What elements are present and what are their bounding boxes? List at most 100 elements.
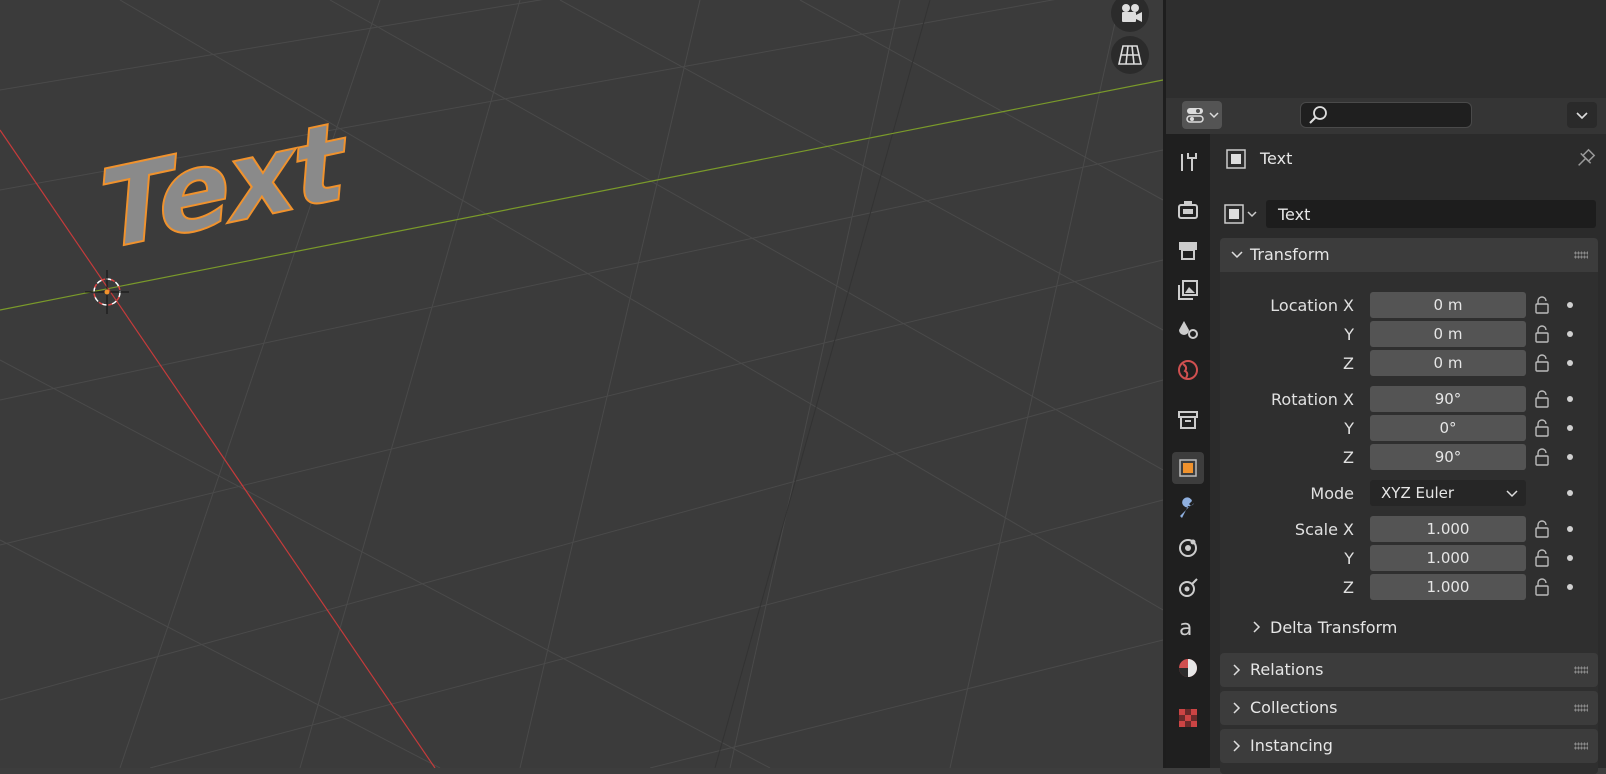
scene-icon — [1179, 321, 1198, 339]
delta-transform-subpanel[interactable]: Delta Transform — [1240, 612, 1580, 642]
keyframe-dot[interactable] — [1567, 584, 1573, 590]
3d-cursor-icon — [85, 270, 129, 314]
location-x-label: Location X — [1270, 296, 1354, 315]
instancing-panel[interactable]: Instancing — [1220, 729, 1598, 763]
relations-panel[interactable]: Relations — [1220, 653, 1598, 687]
printer-icon — [1179, 242, 1197, 260]
rotation-x-label: Rotation X — [1271, 390, 1354, 409]
tab-data[interactable]: a — [1172, 612, 1204, 644]
material-sphere-icon — [1179, 659, 1197, 677]
viewport-grid — [0, 0, 1163, 768]
lock-icon[interactable] — [1532, 418, 1552, 438]
lock-icon[interactable] — [1532, 353, 1552, 373]
lock-icon[interactable] — [1532, 389, 1552, 409]
properties-header — [1166, 98, 1606, 135]
options-dropdown-button[interactable] — [1567, 102, 1597, 128]
tab-tool[interactable] — [1172, 146, 1204, 178]
tab-render[interactable] — [1172, 194, 1204, 226]
lock-icon[interactable] — [1532, 295, 1552, 315]
chevron-right-icon — [1233, 664, 1241, 676]
object-browse-button[interactable] — [1220, 200, 1262, 230]
object-name-field[interactable]: Text — [1266, 200, 1596, 228]
chevron-down-icon — [1576, 112, 1588, 120]
mode-label: Mode — [1310, 484, 1354, 503]
3d-viewport[interactable]: Text — [0, 0, 1163, 768]
lock-icon[interactable] — [1532, 548, 1552, 568]
editor-type-button[interactable] — [1182, 101, 1222, 129]
rotation-z-label: Z — [1343, 448, 1354, 467]
drag-grip-icon[interactable] — [1574, 704, 1588, 712]
rotation-mode-dropdown[interactable]: XYZ Euler — [1370, 480, 1526, 506]
properties-panel: Text Text Transform Location X 0 m Y 0 m… — [1210, 134, 1606, 774]
location-y-field[interactable]: 0 m — [1370, 321, 1526, 347]
scale-x-field[interactable]: 1.000 — [1370, 516, 1526, 542]
constraint-icon — [1179, 578, 1198, 597]
rotation-y-field[interactable]: 0° — [1370, 415, 1526, 441]
keyframe-dot[interactable] — [1567, 526, 1573, 532]
rotation-mode-value: XYZ Euler — [1381, 484, 1455, 502]
location-z-field[interactable]: 0 m — [1370, 350, 1526, 376]
svg-text:a: a — [1179, 616, 1192, 640]
tab-texture[interactable] — [1172, 702, 1204, 734]
tab-scene[interactable] — [1172, 314, 1204, 346]
keyframe-dot[interactable] — [1567, 425, 1573, 431]
keyframe-dot[interactable] — [1567, 302, 1573, 308]
keyframe-dot[interactable] — [1567, 396, 1573, 402]
tab-view-layer[interactable] — [1172, 274, 1204, 306]
perspective-toggle-button[interactable] — [1111, 36, 1149, 74]
search-input[interactable] — [1300, 102, 1472, 128]
scale-z-field[interactable]: 1.000 — [1370, 574, 1526, 600]
drag-grip-icon[interactable] — [1574, 251, 1588, 259]
tab-material[interactable] — [1172, 652, 1204, 684]
orbit-icon — [1179, 539, 1197, 557]
tab-constraints[interactable] — [1172, 572, 1204, 604]
tab-world[interactable] — [1172, 354, 1204, 386]
keyframe-dot[interactable] — [1567, 331, 1573, 337]
delta-transform-title: Delta Transform — [1270, 618, 1398, 637]
scale-x-label: Scale X — [1294, 520, 1354, 539]
tab-object[interactable] — [1172, 452, 1204, 484]
drag-grip-icon[interactable] — [1574, 742, 1588, 750]
keyframe-dot[interactable] — [1567, 360, 1573, 366]
location-x-field[interactable]: 0 m — [1370, 292, 1526, 318]
chevron-right-icon — [1253, 621, 1261, 633]
tab-physics[interactable] — [1172, 532, 1204, 564]
pin-icon[interactable] — [1574, 148, 1596, 170]
wrench-icon — [1180, 497, 1194, 518]
object-browse-icon — [1224, 204, 1257, 224]
chevron-down-icon — [1506, 490, 1518, 498]
scale-y-label: Y — [1344, 549, 1354, 568]
instancing-title: Instancing — [1250, 736, 1333, 755]
chevron-down-icon — [1231, 251, 1243, 259]
lock-icon[interactable] — [1532, 519, 1552, 539]
transform-title: Transform — [1250, 245, 1330, 264]
context-title: Text — [1260, 149, 1293, 168]
box-icon — [1178, 411, 1198, 429]
tab-collection[interactable] — [1172, 404, 1204, 436]
image-stack-icon — [1178, 280, 1198, 300]
font-a-icon: a — [1179, 616, 1192, 640]
lock-icon[interactable] — [1532, 447, 1552, 467]
camera-back-icon — [1178, 201, 1198, 219]
rotation-z-field[interactable]: 90° — [1370, 444, 1526, 470]
tab-modifiers[interactable] — [1172, 492, 1204, 524]
chevron-down-icon — [1209, 112, 1219, 119]
collections-panel[interactable]: Collections — [1220, 691, 1598, 725]
keyframe-dot[interactable] — [1567, 555, 1573, 561]
tab-output[interactable] — [1172, 234, 1204, 266]
lock-icon[interactable] — [1532, 324, 1552, 344]
location-y-label: Y — [1344, 325, 1354, 344]
transform-header[interactable]: Transform — [1220, 238, 1598, 272]
chevron-right-icon — [1233, 702, 1241, 714]
lock-icon[interactable] — [1532, 577, 1552, 597]
drag-grip-icon[interactable] — [1574, 666, 1588, 674]
rotation-x-field[interactable]: 90° — [1370, 386, 1526, 412]
collections-title: Collections — [1250, 698, 1338, 717]
globe-icon — [1178, 360, 1198, 380]
properties-tabs: a — [1166, 134, 1210, 768]
keyframe-dot[interactable] — [1567, 490, 1573, 496]
search-icon — [1309, 106, 1327, 124]
scale-y-field[interactable]: 1.000 — [1370, 545, 1526, 571]
object-square-icon — [1179, 459, 1197, 477]
keyframe-dot[interactable] — [1567, 454, 1573, 460]
